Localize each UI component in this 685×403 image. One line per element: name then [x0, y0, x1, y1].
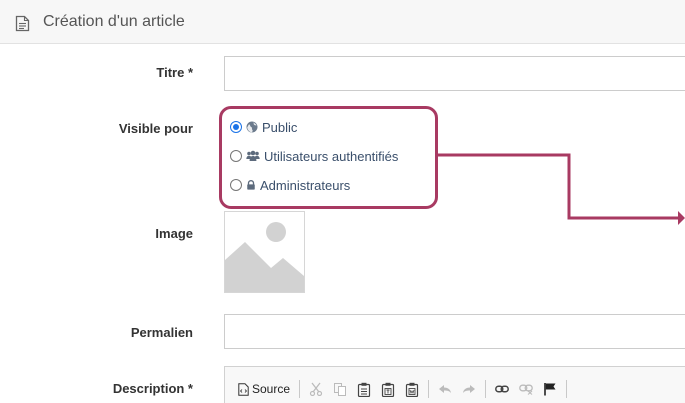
- source-icon: [238, 382, 249, 396]
- undo-icon: [439, 385, 452, 393]
- toolbar-separator: [299, 380, 301, 398]
- cut-icon: [309, 382, 323, 396]
- description-label: Description *: [112, 381, 193, 396]
- unlink-icon: [519, 384, 533, 395]
- image-placeholder[interactable]: [224, 211, 305, 293]
- paste-word-button[interactable]: [402, 378, 422, 400]
- paste-text-button[interactable]: [378, 378, 398, 400]
- image-label: Image: [155, 226, 193, 241]
- toolbar-separator: [566, 380, 568, 398]
- paste-text-icon: [381, 382, 395, 397]
- undo-button[interactable]: [435, 378, 455, 400]
- copy-button[interactable]: [330, 378, 350, 400]
- source-button-label: Source: [252, 382, 291, 396]
- paste-word-icon: [405, 382, 419, 397]
- paste-button[interactable]: [354, 378, 374, 400]
- source-button[interactable]: Source: [235, 378, 293, 400]
- toolbar-separator: [428, 380, 430, 398]
- link-button[interactable]: [492, 378, 512, 400]
- anchor-button[interactable]: [540, 378, 560, 400]
- editor-toolbar: Source: [224, 366, 685, 403]
- unlink-button[interactable]: [516, 378, 536, 400]
- redo-button[interactable]: [459, 378, 479, 400]
- anchor-flag-icon: [544, 383, 556, 396]
- toolbar-separator: [485, 380, 487, 398]
- image-placeholder-icon: [225, 222, 304, 292]
- paste-icon: [357, 382, 371, 397]
- cut-button[interactable]: [306, 378, 326, 400]
- permalink-label: Permalien: [130, 325, 193, 340]
- link-icon: [495, 385, 509, 393]
- copy-icon: [334, 383, 347, 396]
- permalink-input[interactable]: [224, 314, 685, 349]
- redo-icon: [463, 385, 476, 393]
